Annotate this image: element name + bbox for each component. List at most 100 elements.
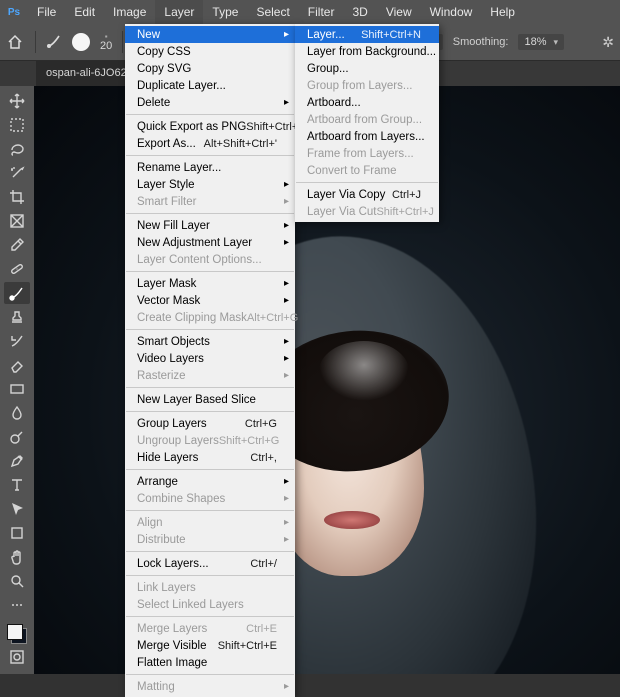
layer-menu-new-fill-layer[interactable]: New Fill Layer <box>125 217 295 234</box>
layer-menu-quick-export-as-png[interactable]: Quick Export as PNGShift+Ctrl+' <box>125 118 295 135</box>
layer-menu-create-clipping-mask: Create Clipping MaskAlt+Ctrl+G <box>125 309 295 326</box>
gradient-tool[interactable] <box>4 378 30 400</box>
menu-3d[interactable]: 3D <box>343 0 376 24</box>
layer-menu-dropdown: NewCopy CSSCopy SVGDuplicate Layer...Del… <box>125 24 295 697</box>
menu-item-label: Rename Layer... <box>137 162 221 174</box>
brush-tool[interactable] <box>4 282 30 304</box>
marquee-tool[interactable] <box>4 114 30 136</box>
history-brush-tool[interactable] <box>4 330 30 352</box>
magic-wand-tool[interactable] <box>4 162 30 184</box>
layer-menu-separator <box>126 616 294 617</box>
layer-menu-layer-mask[interactable]: Layer Mask <box>125 275 295 292</box>
blur-tool[interactable] <box>4 402 30 424</box>
menu-item-label: Link Layers <box>137 582 196 594</box>
frame-tool[interactable] <box>4 210 30 232</box>
zoom-tool[interactable] <box>4 570 30 592</box>
menu-item-label: Artboard from Layers... <box>307 131 425 143</box>
lasso-tool[interactable] <box>4 138 30 160</box>
color-swatches[interactable] <box>7 624 27 644</box>
layer-menu-combine-shapes: Combine Shapes <box>125 490 295 507</box>
home-button[interactable] <box>5 32 25 52</box>
layer-menu-vector-mask[interactable]: Vector Mask <box>125 292 295 309</box>
pen-tool[interactable] <box>4 450 30 472</box>
more-tools[interactable] <box>4 594 30 616</box>
layer-menu-duplicate-layer[interactable]: Duplicate Layer... <box>125 77 295 94</box>
menu-select[interactable]: Select <box>247 0 298 24</box>
layer-menu-copy-svg[interactable]: Copy SVG <box>125 60 295 77</box>
layer-menu-link-layers: Link Layers <box>125 579 295 596</box>
menu-item-shortcut: Alt+Ctrl+G <box>247 312 298 324</box>
separator <box>35 31 36 53</box>
smoothing-label: Smoothing: <box>453 36 509 48</box>
menu-edit[interactable]: Edit <box>65 0 104 24</box>
brush-preset-icon[interactable] <box>46 33 62 52</box>
smoothing-input[interactable]: 18% <box>518 34 564 50</box>
layer-menu-group-layers[interactable]: Group LayersCtrl+G <box>125 415 295 432</box>
new-submenu-artboard-from-layers[interactable]: Artboard from Layers... <box>295 128 439 145</box>
layer-menu-lock-layers[interactable]: Lock Layers...Ctrl+/ <box>125 555 295 572</box>
new-submenu-layer-via-copy[interactable]: Layer Via CopyCtrl+J <box>295 186 439 203</box>
layer-menu-merge-visible[interactable]: Merge Visible Shift+Ctrl+E <box>125 637 295 654</box>
crop-tool[interactable] <box>4 186 30 208</box>
healing-brush-tool[interactable] <box>4 258 30 280</box>
menu-item-shortcut: Shift+Ctrl+G <box>219 435 280 447</box>
layer-menu-copy-css[interactable]: Copy CSS <box>125 43 295 60</box>
layer-menu-smart-objects[interactable]: Smart Objects <box>125 333 295 350</box>
menu-view[interactable]: View <box>377 0 421 24</box>
menu-item-label: Ungroup Layers <box>137 435 219 447</box>
menu-window[interactable]: Window <box>421 0 482 24</box>
menu-image[interactable]: Image <box>104 0 155 24</box>
menu-bar: Ps FileEditImageLayerTypeSelectFilter3DV… <box>0 0 620 24</box>
move-tool[interactable] <box>4 90 30 112</box>
layer-menu-new-adjustment-layer[interactable]: New Adjustment Layer <box>125 234 295 251</box>
brush-tip-icon[interactable] <box>72 33 90 51</box>
menu-item-label: Select Linked Layers <box>137 599 244 611</box>
options-settings-button[interactable]: ✲ <box>602 34 614 51</box>
menu-layer[interactable]: Layer <box>155 0 203 24</box>
type-tool[interactable] <box>4 474 30 496</box>
new-submenu-group[interactable]: Group... <box>295 60 439 77</box>
hand-tool[interactable] <box>4 546 30 568</box>
layer-menu-export-as[interactable]: Export As...Alt+Shift+Ctrl+' <box>125 135 295 152</box>
menu-item-shortcut: Shift+Ctrl+' <box>246 121 300 133</box>
layer-menu-flatten-image[interactable]: Flatten Image <box>125 654 295 671</box>
layer-menu-separator <box>126 387 294 388</box>
path-selection-tool[interactable] <box>4 498 30 520</box>
menu-filter[interactable]: Filter <box>299 0 344 24</box>
layer-menu-new[interactable]: New <box>125 26 295 43</box>
menu-type[interactable]: Type <box>203 0 247 24</box>
clone-stamp-tool[interactable] <box>4 306 30 328</box>
layer-menu-hide-layers[interactable]: Hide LayersCtrl+, <box>125 449 295 466</box>
menu-help[interactable]: Help <box>481 0 524 24</box>
layer-menu-video-layers[interactable]: Video Layers <box>125 350 295 367</box>
quick-mask-button[interactable] <box>4 646 30 668</box>
menu-item-label: Rasterize <box>137 370 186 382</box>
layer-menu-matting: Matting <box>125 678 295 695</box>
layer-menu-layer-content-options: Layer Content Options... <box>125 251 295 268</box>
image-content <box>319 341 409 401</box>
menu-item-label: Merge Visible <box>137 640 206 652</box>
new-submenu-layer-from-background[interactable]: Layer from Background... <box>295 43 439 60</box>
menu-item-label: Merge Layers <box>137 623 207 635</box>
menu-item-shortcut: Alt+Shift+Ctrl+' <box>204 138 277 150</box>
layer-menu-select-linked-layers: Select Linked Layers <box>125 596 295 613</box>
menu-file[interactable]: File <box>28 0 65 24</box>
app-logo-icon: Ps <box>0 0 28 24</box>
new-submenu-layer[interactable]: Layer...Shift+Ctrl+N <box>295 26 439 43</box>
layer-menu-new-layer-based-slice[interactable]: New Layer Based Slice <box>125 391 295 408</box>
layer-menu-separator <box>126 674 294 675</box>
layer-menu-rename-layer[interactable]: Rename Layer... <box>125 159 295 176</box>
eraser-tool[interactable] <box>4 354 30 376</box>
eyedropper-tool[interactable] <box>4 234 30 256</box>
shape-tool[interactable] <box>4 522 30 544</box>
layer-menu-delete[interactable]: Delete <box>125 94 295 111</box>
layer-menu-layer-style[interactable]: Layer Style <box>125 176 295 193</box>
brush-size-display[interactable]: ▪ 20 <box>100 33 112 52</box>
new-submenu-artboard[interactable]: Artboard... <box>295 94 439 111</box>
new-submenu-layer-via-cut: Layer Via CutShift+Ctrl+J <box>295 203 439 220</box>
layer-new-submenu: Layer...Shift+Ctrl+NLayer from Backgroun… <box>295 24 439 222</box>
layer-menu-arrange[interactable]: Arrange <box>125 473 295 490</box>
new-submenu-convert-to-frame: Convert to Frame <box>295 162 439 179</box>
menu-item-shortcut: Shift+Ctrl+E <box>218 640 277 652</box>
dodge-tool[interactable] <box>4 426 30 448</box>
